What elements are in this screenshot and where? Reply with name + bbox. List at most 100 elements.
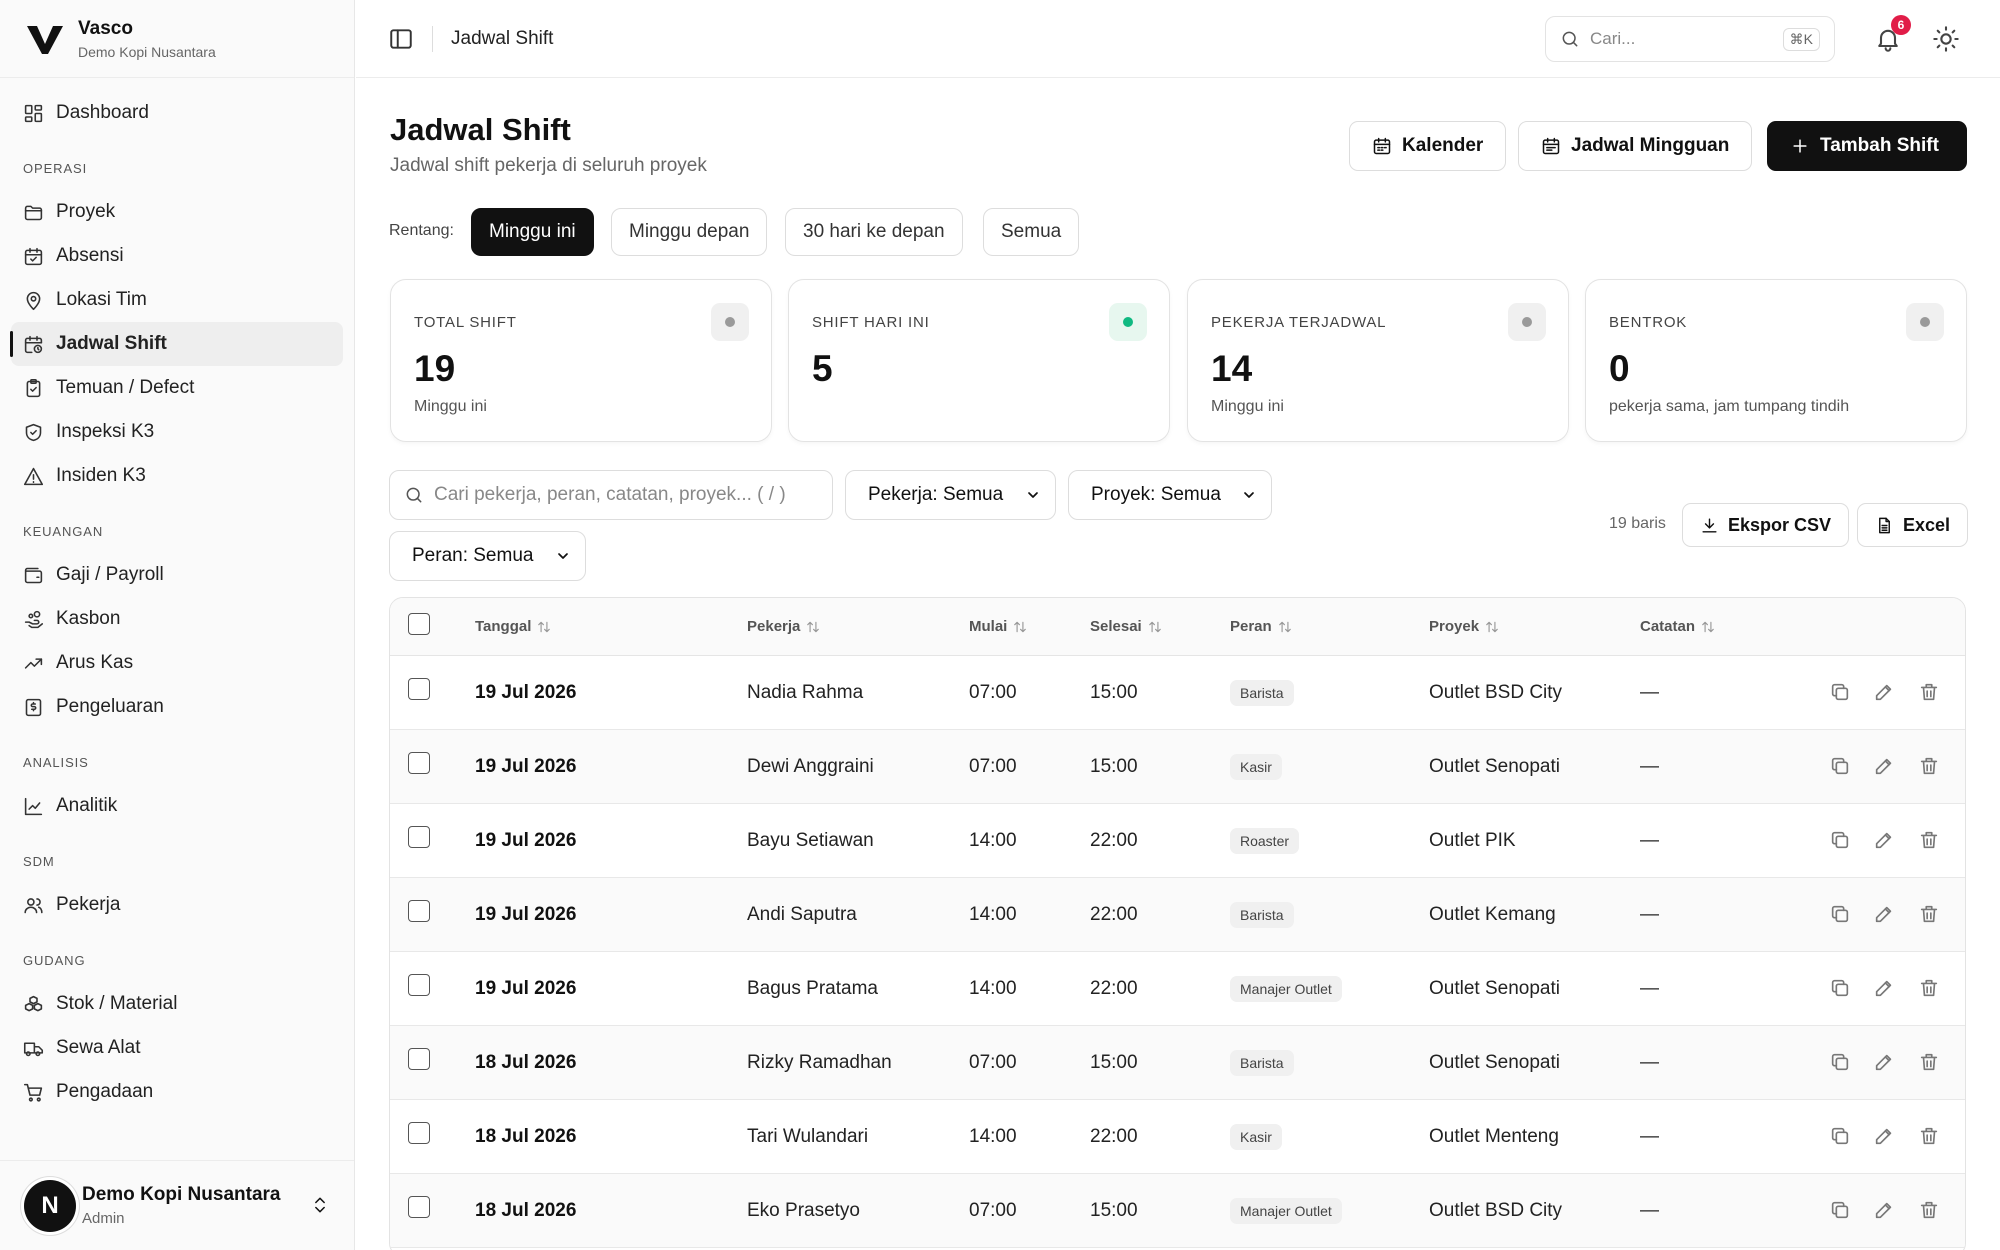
user-menu[interactable]: N Demo Kopi Nusantara Admin [0,1160,354,1250]
row-checkbox[interactable] [408,826,430,848]
range-chip-all[interactable]: Semua [983,208,1080,256]
table-row[interactable]: 19 Jul 2026 Dewi Anggraini 07:00 15:00 Kasir… [390,730,1965,804]
sidebar-item-proyek[interactable]: Proyek [11,190,343,234]
sidebar-item-lokasi-tim[interactable]: Lokasi Tim [11,278,343,322]
table-header: Tanggal Pekerja Mulai Selesai Peran Proy… [390,598,1965,656]
column-header-label: Selesai [1090,618,1142,635]
column-header-catatan[interactable]: Catatan [1640,618,1715,635]
cell-end: 22:00 [1090,977,1138,999]
edit-pencil-icon[interactable] [1873,1125,1897,1149]
trash-icon[interactable] [1918,977,1942,1001]
column-header-mulai[interactable]: Mulai [969,618,1027,635]
edit-pencil-icon[interactable] [1873,1051,1897,1075]
duplicate-icon[interactable] [1829,829,1853,853]
select-all-checkbox[interactable] [408,613,430,635]
global-search-input[interactable]: Cari... ⌘K [1545,16,1835,62]
cell-date: 18 Jul 2026 [475,1051,577,1073]
trash-icon[interactable] [1918,903,1942,927]
cell-worker: Andi Saputra [747,903,857,925]
stat-value: 0 [1609,348,1630,389]
table-row[interactable]: 19 Jul 2026 Nadia Rahma 07:00 15:00 Barista O… [390,656,1965,730]
range-chip-30-days[interactable]: 30 hari ke depan [785,208,963,256]
sidebar-item-pekerja[interactable]: Pekerja [11,883,343,927]
duplicate-icon[interactable] [1829,681,1853,705]
trash-icon[interactable] [1918,1125,1942,1149]
export-csv-button[interactable]: Ekspor CSV [1682,503,1850,547]
edit-pencil-icon[interactable] [1873,1199,1897,1223]
table-row[interactable]: 19 Jul 2026 Bagus Pratama 14:00 22:00 Manaje… [390,952,1965,1026]
project-filter-select[interactable]: Proyek: Semua [1068,470,1272,520]
row-checkbox[interactable] [408,752,430,774]
row-checkbox[interactable] [408,1122,430,1144]
sidebar-item-dashboard[interactable]: Dashboard [11,91,343,135]
range-chip-next-week[interactable]: Minggu depan [611,208,768,256]
sidebar-item-stok-material[interactable]: Stok / Material [11,982,343,1026]
sidebar-item-analitik[interactable]: Analitik [11,784,343,828]
sidebar-toggle-icon[interactable] [388,26,414,52]
edit-pencil-icon[interactable] [1873,755,1897,779]
edit-pencil-icon[interactable] [1873,681,1897,705]
sidebar-item-gaji-payroll[interactable]: Gaji / Payroll [11,553,343,597]
truck-icon [23,1041,44,1056]
sidebar-item-inspeksi-k3[interactable]: Inspeksi K3 [11,410,343,454]
table-row[interactable]: 19 Jul 2026 Andi Saputra 14:00 22:00 Barista… [390,878,1965,952]
column-header-tanggal[interactable]: Tanggal [475,618,551,635]
row-checkbox[interactable] [408,1196,430,1218]
row-checkbox[interactable] [408,1048,430,1070]
boxes-icon [24,995,43,1011]
edit-pencil-icon[interactable] [1873,829,1897,853]
weekly-schedule-button[interactable]: Jadwal Mingguan [1518,121,1753,171]
table-row[interactable]: 18 Jul 2026 Rizky Ramadhan 07:00 15:00 Baris… [390,1026,1965,1100]
trash-icon[interactable] [1918,829,1942,853]
edit-pencil-icon-svg [1875,906,1892,923]
table-row[interactable]: 18 Jul 2026 Tari Wulandari 14:00 22:00 Kasir… [390,1100,1965,1174]
row-checkbox[interactable] [408,900,430,922]
role-filter-select[interactable]: Peran: Semua [389,531,586,581]
duplicate-icon[interactable] [1829,1199,1853,1223]
trash-icon[interactable] [1918,1051,1942,1075]
duplicate-icon-svg [1831,979,1849,997]
sidebar-item-pengeluaran[interactable]: Pengeluaran [11,685,343,729]
sidebar-item-jadwal-shift[interactable]: Jadwal Shift [10,322,343,366]
row-checkbox[interactable] [408,974,430,996]
brand[interactable]: Vasco Demo Kopi Nusantara [0,0,354,78]
map-pin-icon [26,291,41,310]
trash-icon[interactable] [1918,681,1942,705]
duplicate-icon[interactable] [1829,977,1853,1001]
duplicate-icon[interactable] [1829,1125,1853,1149]
cell-project: Outlet Menteng [1429,1125,1559,1147]
nav-section-analisis: ANALISIS [23,755,89,770]
duplicate-icon[interactable] [1829,903,1853,927]
sidebar-item-arus-kas[interactable]: Arus Kas [11,641,343,685]
trash-icon[interactable] [1918,755,1942,779]
calendar-button[interactable]: Kalender [1349,121,1507,171]
sort-icon [1702,621,1714,632]
duplicate-icon[interactable] [1829,755,1853,779]
calendar-clock-icon [24,335,43,353]
sidebar-item-insiden-k3[interactable]: Insiden K3 [11,454,343,498]
sidebar-item-kasbon[interactable]: Kasbon [11,597,343,641]
table-row[interactable]: 18 Jul 2026 Eko Prasetyo 07:00 15:00 Manajer… [390,1174,1965,1248]
export-excel-button[interactable]: Excel [1857,503,1969,547]
sidebar-item-sewa-alat[interactable]: Sewa Alat [11,1026,343,1070]
export-excel-label: Excel [1903,514,1951,535]
column-header-proyek[interactable]: Proyek [1429,618,1499,635]
column-header-pekerja[interactable]: Pekerja [747,618,820,635]
table-search-input[interactable]: Cari pekerja, peran, catatan, proyek... … [389,470,833,520]
sidebar-item-temuan-defect[interactable]: Temuan / Defect [11,366,343,410]
sidebar-item-absensi[interactable]: Absensi [11,234,343,278]
column-header-peran[interactable]: Peran [1230,618,1292,635]
trash-icon[interactable] [1918,1199,1942,1223]
duplicate-icon[interactable] [1829,1051,1853,1075]
worker-filter-select[interactable]: Pekerja: Semua [845,470,1056,520]
column-header-label: Tanggal [475,618,532,635]
column-header-selesai[interactable]: Selesai [1090,618,1162,635]
edit-pencil-icon[interactable] [1873,903,1897,927]
range-chip-this-week[interactable]: Minggu ini [471,208,594,256]
sidebar-item-pengadaan[interactable]: Pengadaan [11,1070,343,1114]
row-checkbox[interactable] [408,678,430,700]
edit-pencil-icon[interactable] [1873,977,1897,1001]
table-row[interactable]: 19 Jul 2026 Bayu Setiawan 14:00 22:00 Roaste… [390,804,1965,878]
theme-toggle-sun-icon[interactable] [1932,25,1960,53]
add-shift-button[interactable]: Tambah Shift [1767,121,1967,171]
